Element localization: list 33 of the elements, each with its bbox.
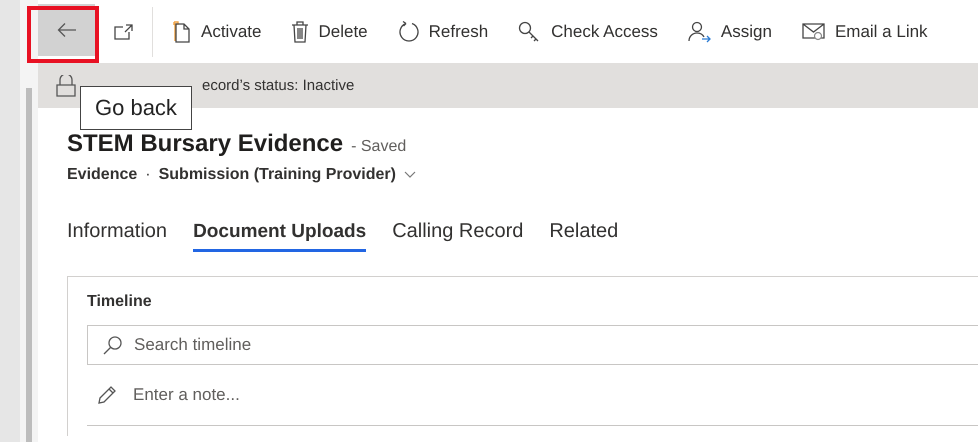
- tooltip: Go back: [80, 86, 192, 130]
- form-selector[interactable]: Submission (Training Provider): [158, 166, 416, 184]
- tab[interactable]: Related: [549, 220, 618, 252]
- command-button[interactable]: Email a Link: [786, 6, 943, 58]
- scrollbar[interactable]: [26, 88, 32, 442]
- save-status: - Saved: [351, 138, 406, 156]
- section-title: Timeline: [87, 293, 152, 311]
- document-icon: [172, 20, 192, 42]
- status-message: ecord’s status: Inactive: [202, 77, 354, 94]
- note-field[interactable]: Enter a note...: [131, 384, 978, 406]
- refresh-icon: [398, 20, 420, 42]
- command-button[interactable]: Check Access: [503, 6, 673, 58]
- command-button[interactable]: Refresh: [382, 6, 504, 58]
- pencil-icon: [97, 385, 117, 405]
- record-title: STEM Bursary Evidence: [67, 130, 344, 158]
- person-arrow-icon: [688, 20, 712, 42]
- command-button[interactable]: Activate: [157, 6, 276, 58]
- tab[interactable]: Calling Record: [392, 220, 524, 252]
- search-icon: [103, 335, 123, 355]
- search-field[interactable]: Search timeline: [87, 325, 978, 365]
- command-button[interactable]: Delete: [276, 6, 383, 58]
- command-button[interactable]: Assign: [672, 6, 787, 58]
- popout-icon: [114, 24, 134, 40]
- lock-icon: [56, 74, 76, 96]
- envelope-icon: [802, 20, 826, 42]
- entity-name: Evidence: [67, 166, 138, 184]
- highlight-frame: [27, 6, 99, 63]
- left-arrow-icon: [56, 22, 76, 38]
- trash-icon: [291, 20, 310, 42]
- separator-dot: ·: [145, 166, 151, 184]
- tab[interactable]: Information: [67, 220, 168, 252]
- chevron-down-icon: [404, 171, 416, 179]
- tab[interactable]: Document Uploads: [193, 220, 366, 252]
